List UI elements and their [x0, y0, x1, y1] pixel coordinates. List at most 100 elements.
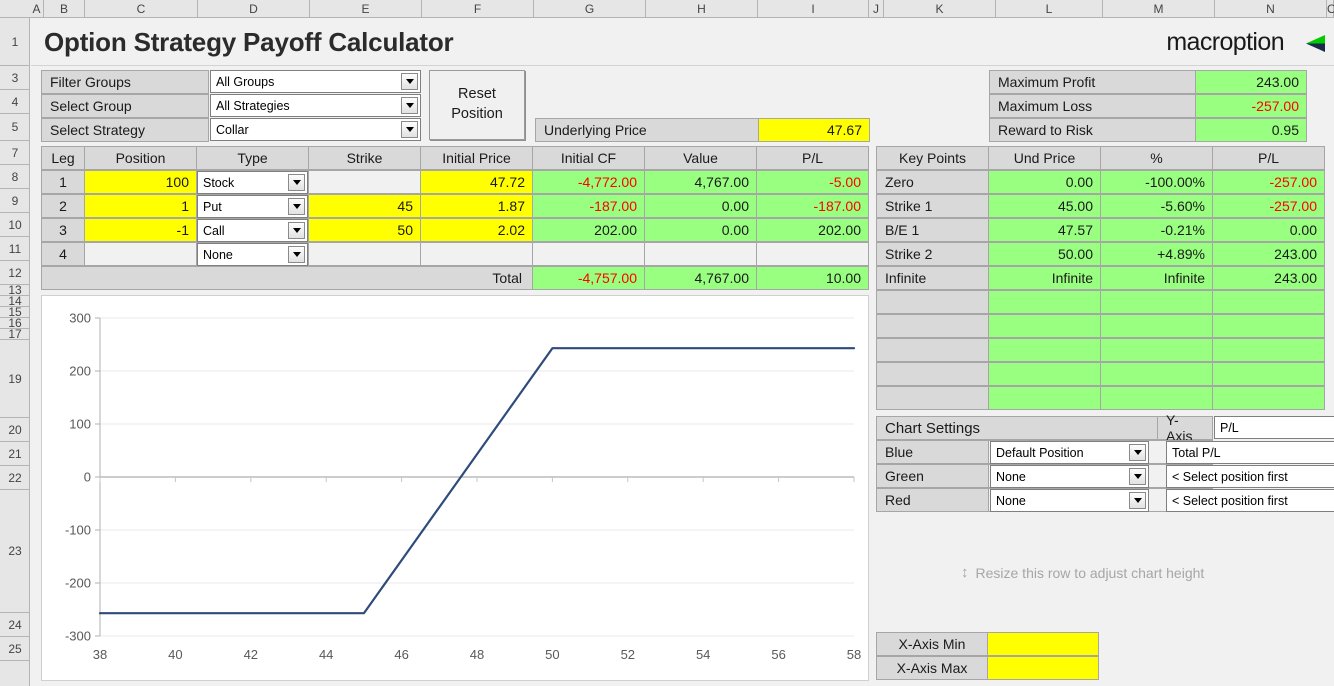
row-header-25[interactable]: 25: [0, 637, 30, 661]
leg-1-position-input[interactable]: 100: [84, 170, 197, 194]
row-header-4[interactable]: 4: [0, 90, 30, 114]
key-point-pl-3: 243.00: [1212, 242, 1325, 266]
select-group-dropdown[interactable]: All Strategies: [210, 94, 421, 117]
row-header-5[interactable]: 5: [0, 114, 30, 141]
column-header-k[interactable]: K: [884, 0, 996, 18]
reset-button-line1: Reset: [458, 86, 496, 103]
key-point-name-5: [876, 290, 989, 314]
filter-groups-dropdown[interactable]: All Groups: [210, 70, 421, 93]
x-axis-max-input[interactable]: [987, 656, 1099, 680]
chevron-down-icon[interactable]: [401, 97, 418, 114]
column-header-e[interactable]: E: [310, 0, 422, 18]
select-strategy-dropdown[interactable]: Collar: [210, 118, 421, 141]
x-tick-label-44: 44: [319, 647, 333, 662]
row-header-3[interactable]: 3: [0, 66, 30, 90]
row-header-8[interactable]: 8: [0, 165, 30, 189]
row-header-10[interactable]: 10: [0, 213, 30, 237]
chart-position-dropdown-green[interactable]: None: [990, 465, 1149, 488]
column-header-d[interactable]: D: [198, 0, 310, 18]
leg-position-value: 1: [181, 198, 189, 214]
leg-4-type-dropdown[interactable]: None: [197, 243, 308, 266]
column-header-i[interactable]: I: [758, 0, 869, 18]
row-header-7[interactable]: 7: [0, 141, 30, 165]
leg-3-position-input[interactable]: -1: [84, 218, 197, 242]
legs-total-label-text: Total: [492, 270, 522, 286]
column-header-l[interactable]: L: [996, 0, 1103, 18]
chevron-down-icon[interactable]: [401, 121, 418, 138]
y-tick-label-0: 0: [84, 470, 91, 485]
leg-3-strike-input[interactable]: 50: [308, 218, 421, 242]
reset-position-button[interactable]: Reset Position: [429, 70, 525, 140]
row-header-24[interactable]: 24: [0, 613, 30, 637]
chevron-down-icon[interactable]: [401, 73, 418, 90]
row-header-17[interactable]: 17: [0, 328, 30, 340]
key-point-und-price-2: 47.57: [988, 218, 1101, 242]
column-header-h[interactable]: H: [646, 0, 758, 18]
key-point-pl-value: 243.00: [1274, 270, 1317, 286]
leg-4-position-input[interactable]: [84, 242, 197, 266]
legs-header-type: Type: [196, 146, 309, 170]
leg-4-strike-input[interactable]: [308, 242, 421, 266]
chart-series-dropdown-blue[interactable]: Total P/L: [1166, 441, 1334, 464]
row-header-21[interactable]: 21: [0, 442, 30, 466]
leg-2-strike-input[interactable]: 45: [308, 194, 421, 218]
column-header-b[interactable]: B: [44, 0, 85, 18]
leg-1-initial-price-input[interactable]: 47.72: [420, 170, 533, 194]
column-header-g[interactable]: G: [534, 0, 646, 18]
row-header-11[interactable]: 11: [0, 237, 30, 261]
leg-3-type-dropdown[interactable]: Call: [197, 219, 308, 242]
chart-series-dropdown-green[interactable]: < Select position first: [1166, 465, 1334, 488]
column-header-o[interactable]: O: [1327, 0, 1334, 18]
column-header-m[interactable]: M: [1103, 0, 1215, 18]
chevron-down-icon[interactable]: [288, 222, 305, 239]
row-header-1[interactable]: 1: [0, 19, 30, 66]
leg-4-initial-price-input[interactable]: [420, 242, 533, 266]
column-header-c[interactable]: C: [85, 0, 198, 18]
key-points-header-key-points: Key Points: [876, 146, 989, 170]
row-header-22[interactable]: 22: [0, 466, 30, 490]
chart-position-dropdown-red[interactable]: None: [990, 489, 1149, 512]
leg-2-initial-price-input[interactable]: 1.87: [420, 194, 533, 218]
row-header-23[interactable]: 23: [0, 490, 30, 613]
key-point-name-2: B/E 1: [876, 218, 989, 242]
chevron-down-icon[interactable]: [288, 198, 305, 215]
y-axis-dropdown[interactable]: P/L: [1214, 416, 1334, 439]
leg-1-type-dropdown[interactable]: Stock: [197, 171, 308, 194]
leg-3-initial-price-input[interactable]: 2.02: [420, 218, 533, 242]
chart-position-dropdown-blue[interactable]: Default Position: [990, 441, 1149, 464]
row-header-19[interactable]: 19: [0, 340, 30, 418]
leg-2-type-dropdown[interactable]: Put: [197, 195, 308, 218]
chevron-down-icon[interactable]: [1129, 444, 1146, 461]
underlying-price-input[interactable]: 47.67: [758, 118, 870, 142]
chart-series-color-text: Green: [885, 468, 924, 484]
column-header-n[interactable]: N: [1215, 0, 1327, 18]
row-header-12[interactable]: 12: [0, 261, 30, 285]
chevron-down-icon[interactable]: [288, 174, 305, 191]
select-group-label-text: Select Group: [50, 98, 132, 114]
key-point-pct-9: [1100, 386, 1213, 410]
row-header-9[interactable]: 9: [0, 189, 30, 213]
select-strategy-value: Collar: [216, 122, 249, 137]
chevron-down-icon[interactable]: [288, 246, 305, 263]
column-header-j[interactable]: J: [869, 0, 884, 18]
key-point-pct-value: -5.60%: [1160, 198, 1205, 214]
leg-initial-price-value: 2.02: [497, 222, 525, 238]
key-point-name-4: Infinite: [876, 266, 989, 290]
chevron-down-icon[interactable]: [1129, 468, 1146, 485]
payoff-chart[interactable]: -300 -200 -100 0 100 200 300 38 40 42 44 46 48 50 52 54…: [41, 295, 869, 681]
filter-groups-label-text: Filter Groups: [50, 74, 131, 90]
key-point-pl-1: -257.00: [1212, 194, 1325, 218]
column-header-f[interactable]: F: [422, 0, 534, 18]
legs-header-initial-price: Initial Price: [420, 146, 533, 170]
leg-2-position-input[interactable]: 1: [84, 194, 197, 218]
row-header-20[interactable]: 20: [0, 418, 30, 442]
payoff-chart-svg: -300 -200 -100 0 100 200 300 38 40 42 44 46 48 50 52 54…: [65, 311, 861, 663]
leg-1-initial-cf: -4,772.00: [532, 170, 645, 194]
chevron-down-icon[interactable]: [1129, 492, 1146, 509]
key-point-pl-7: [1212, 338, 1325, 362]
x-axis-min-input[interactable]: [987, 632, 1099, 656]
column-header-a[interactable]: A: [30, 0, 44, 18]
key-point-pl-value: -257.00: [1269, 174, 1317, 190]
leg-1-strike-input[interactable]: [308, 170, 421, 194]
chart-series-dropdown-red[interactable]: < Select position first: [1166, 489, 1334, 512]
